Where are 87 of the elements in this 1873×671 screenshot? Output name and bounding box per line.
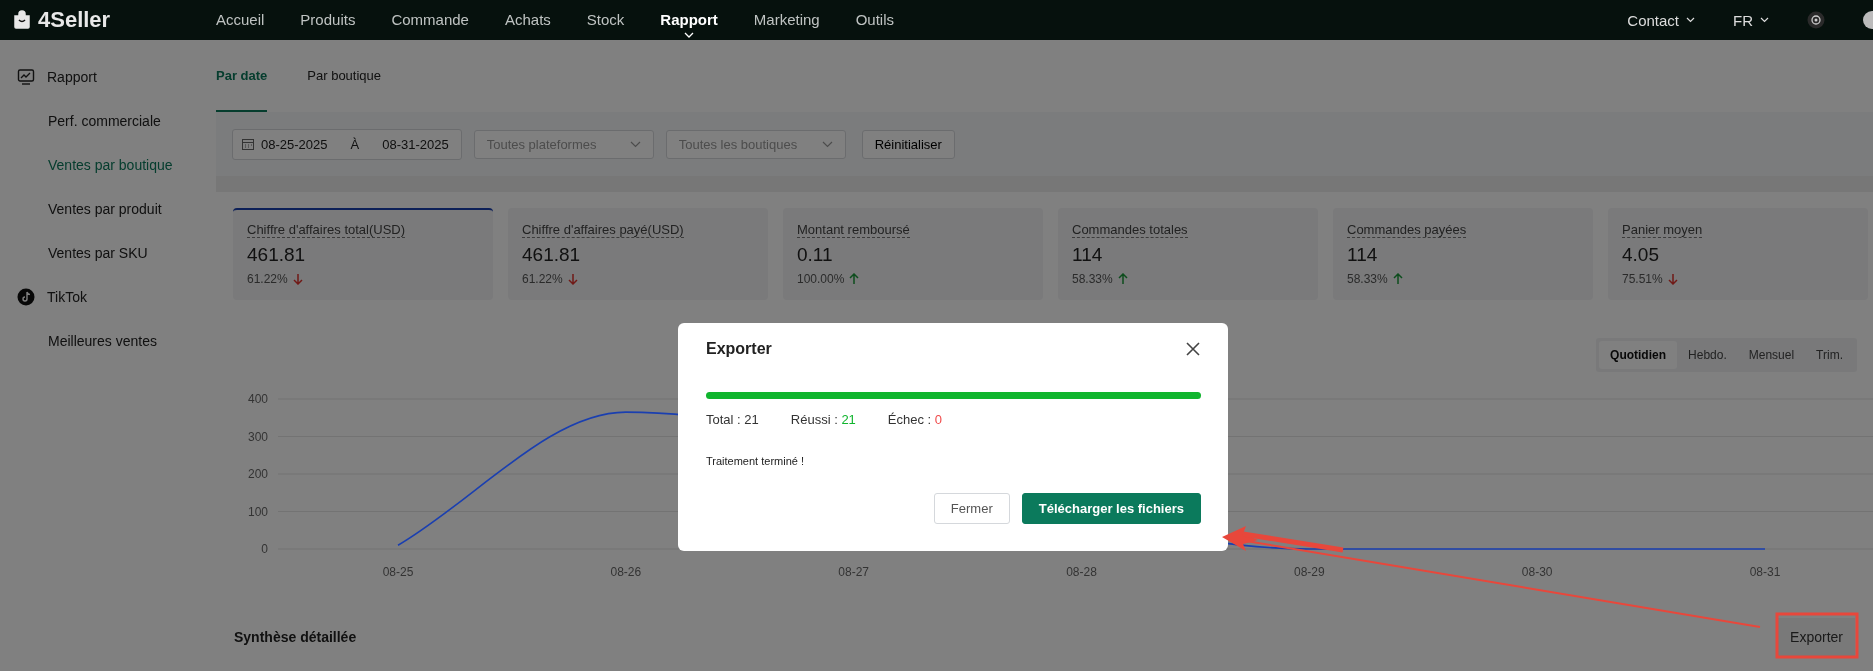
kpi-label: Panier moyen <box>1622 222 1703 238</box>
settings-icon[interactable] <box>1807 11 1825 29</box>
kpi-card[interactable]: Chiffre d'affaires total(USD) 461.81 61.22% <box>233 208 493 300</box>
chevron-down-icon <box>1760 17 1769 23</box>
caret-icon <box>684 32 695 38</box>
kpi-value: 4.05 <box>1622 244 1660 266</box>
sidebar-item[interactable]: Ventes par boutique <box>0 150 216 180</box>
chart-monitor-icon <box>17 68 35 86</box>
x-tick-label: 08-27 <box>838 565 869 579</box>
x-tick-label: 08-26 <box>610 565 642 579</box>
kpi-change: 75.51% <box>1622 272 1663 286</box>
stat-label: Réussi : <box>790 412 838 427</box>
date-range-field[interactable]: 08-25-2025 À 08-31-2025 <box>232 128 462 160</box>
kpi-value: 0.11 <box>797 244 834 266</box>
kpi-change: 100.00% <box>797 272 845 286</box>
bag-logo-icon <box>12 10 32 30</box>
kpi-card[interactable]: Panier moyen 4.05 75.51% <box>1608 208 1868 300</box>
kpi-label: Commandes totales <box>1072 222 1188 238</box>
close-button[interactable]: Fermer <box>933 493 1010 524</box>
x-tick-label: 08-30 <box>1521 565 1553 579</box>
kpi-card[interactable]: Montant remboursé 0.11 100.00% <box>783 208 1043 300</box>
download-button[interactable]: Télécharger les fichiers <box>1021 493 1201 524</box>
logo-text: 4Seller <box>38 7 111 33</box>
sidebar-item[interactable]: Perf. commerciale <box>0 106 216 136</box>
kpi-card[interactable]: Chiffre d'affaires payé(USD) 461.81 61.22% <box>508 208 768 300</box>
kpi-value: 114 <box>1347 244 1379 266</box>
x-tick-label: 08-29 <box>1294 565 1325 579</box>
y-tick-label: 100 <box>247 504 268 519</box>
sidebar-item[interactable]: Meilleures ventes <box>0 326 216 356</box>
nav-item[interactable]: Commande <box>373 0 487 40</box>
stat-value: 21 <box>744 412 759 427</box>
nav-item[interactable]: Achats <box>486 0 569 40</box>
nav-item[interactable]: Stock <box>568 0 643 40</box>
chevron-down-icon <box>821 140 833 148</box>
x-tick-label: 08-25 <box>382 565 414 579</box>
kpi-label: Chiffre d'affaires payé(USD) <box>522 222 684 238</box>
date-from: 08-25-2025 <box>261 136 328 152</box>
nav-item[interactable]: Marketing <box>735 0 838 40</box>
sidebar-item[interactable]: Ventes par SKU <box>0 238 216 268</box>
stat-value: 21 <box>841 412 856 427</box>
kpi-change: 58.33% <box>1072 272 1113 286</box>
kpi-card[interactable]: Commandes payées 114 58.33% <box>1333 208 1593 300</box>
kpi-value: 114 <box>1072 244 1104 266</box>
kpi-change: 61.22% <box>522 272 563 286</box>
y-tick-label: 0 <box>261 542 268 556</box>
chevron-down-icon <box>1686 17 1695 23</box>
stat-label: Échec : <box>887 412 932 427</box>
kpi-value: 461.81 <box>522 244 582 266</box>
kpi-label: Montant remboursé <box>797 222 910 238</box>
kpi-label: Chiffre d'affaires total(USD) <box>247 222 406 238</box>
status-message: Traitement terminé ! <box>706 455 805 467</box>
dropdown-button[interactable]: Contact <box>1627 11 1695 29</box>
calendar-icon <box>242 138 254 150</box>
kpi-change: 58.33% <box>1347 272 1388 286</box>
stat-value: 0 <box>934 412 943 427</box>
date-to: 08-31-2025 <box>382 136 449 152</box>
chevron-down-icon <box>629 140 641 148</box>
kpi-change: 61.22% <box>247 272 288 286</box>
nav-item[interactable]: Produits <box>282 0 374 40</box>
period-option[interactable]: Trim. <box>1805 341 1854 369</box>
nav-item[interactable]: Outils <box>837 0 912 40</box>
reset-button[interactable]: Réinitialiser <box>861 129 955 159</box>
period-option[interactable]: Hebdo. <box>1677 341 1738 369</box>
stat-label: Total : <box>706 412 741 427</box>
nav-item[interactable]: Accueil <box>198 0 283 40</box>
kpi-label: Commandes payées <box>1347 222 1467 238</box>
date-separator: À <box>350 136 360 152</box>
period-option[interactable]: Mensuel <box>1737 341 1806 369</box>
nav-item[interactable]: Rapport <box>642 0 736 40</box>
tab[interactable]: Par boutique <box>307 40 382 112</box>
kpi-card[interactable]: Commandes totales 114 58.33% <box>1058 208 1318 300</box>
period-option[interactable]: Quotidien <box>1599 341 1678 369</box>
y-tick-label: 400 <box>247 392 268 406</box>
sidebar-item[interactable]: Ventes par produit <box>0 194 216 224</box>
x-tick-label: 08-28 <box>1066 565 1097 579</box>
close-icon[interactable] <box>1185 341 1201 357</box>
sidebar-heading[interactable]: Rapport <box>47 69 97 85</box>
export-button[interactable]: Exporter <box>1778 617 1855 656</box>
sidebar-heading[interactable]: TikTok <box>47 289 87 305</box>
dialog-title: Exporter <box>706 340 772 358</box>
x-tick-label: 08-31 <box>1749 565 1781 579</box>
section-title: Synthèse détaillée <box>234 628 357 645</box>
y-tick-label: 200 <box>247 467 268 481</box>
y-tick-label: 300 <box>247 429 268 444</box>
music-note-icon <box>17 288 35 306</box>
dropdown-button[interactable]: FR <box>1733 11 1769 29</box>
kpi-value: 461.81 <box>247 244 307 266</box>
